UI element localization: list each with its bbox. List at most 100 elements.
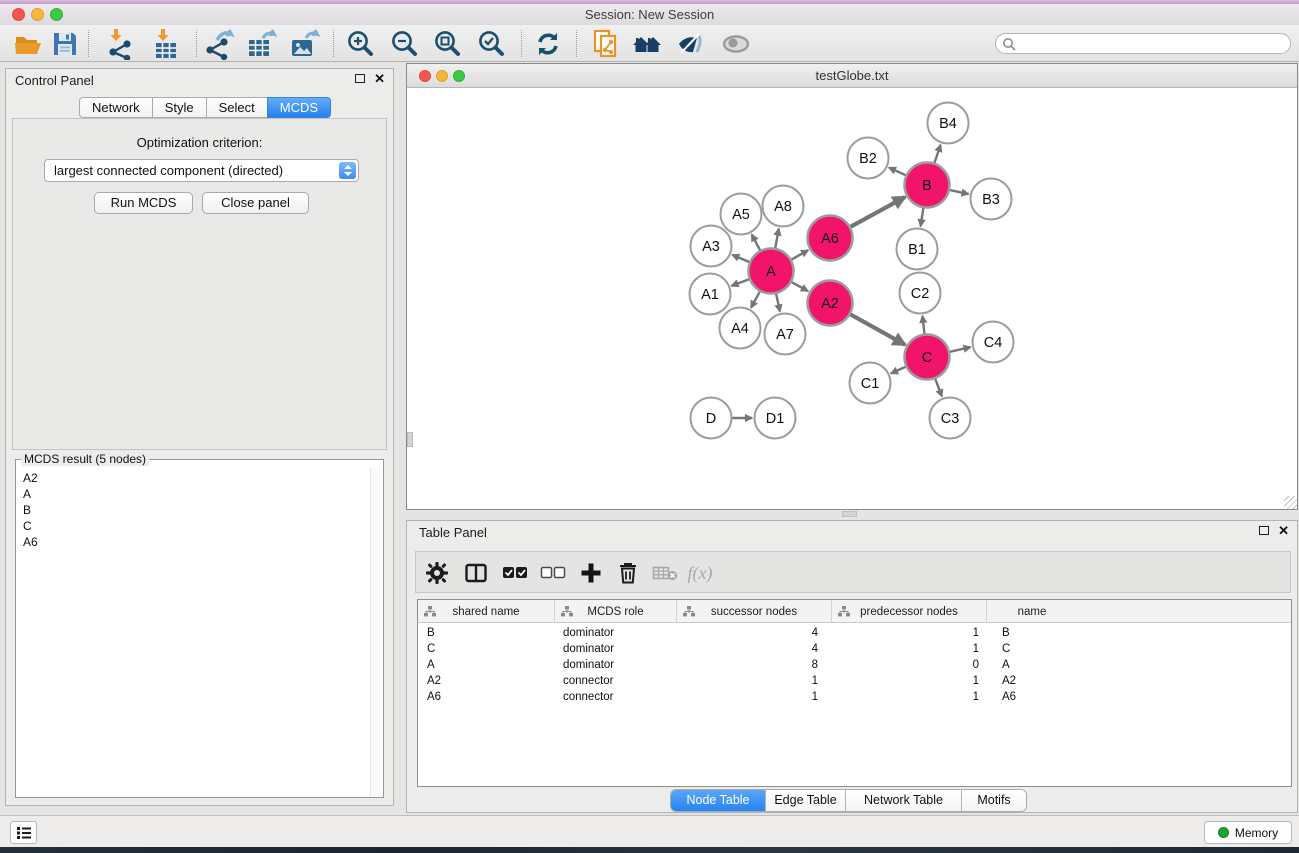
delete-column-button[interactable] <box>612 557 644 589</box>
deselect-all-button[interactable] <box>537 557 569 589</box>
cell-successor-nodes[interactable]: 4 <box>677 641 832 657</box>
graph-edge-A-A8[interactable] <box>775 229 779 248</box>
close-panel-button[interactable]: Close panel <box>202 192 309 214</box>
column-header-mcds-role[interactable]: MCDS role <box>555 600 677 623</box>
cell-name[interactable]: C <box>987 641 1077 657</box>
export-network-button[interactable] <box>202 28 236 60</box>
cell-mcds-role[interactable]: dominator <box>555 625 677 641</box>
cell-predecessor-nodes[interactable]: 1 <box>832 641 987 657</box>
save-session-button[interactable] <box>48 28 82 60</box>
mcds-result-item[interactable]: C <box>18 518 369 534</box>
cell-name[interactable]: A <box>987 657 1077 673</box>
close-panel-icon[interactable]: ✕ <box>374 72 385 85</box>
cell-name[interactable]: B <box>987 625 1077 641</box>
mcds-result-item[interactable]: A <box>18 486 369 502</box>
create-column-button[interactable] <box>575 557 607 589</box>
cell-predecessor-nodes[interactable]: 0 <box>832 657 987 673</box>
tab-select[interactable]: Select <box>206 97 267 118</box>
cell-shared-name[interactable]: A6 <box>418 689 555 705</box>
column-header-name[interactable]: name <box>987 600 1077 623</box>
graph-edge-A2-C[interactable] <box>851 314 906 344</box>
graph-edge-A-A2[interactable] <box>792 282 808 291</box>
open-file-button[interactable] <box>11 28 45 60</box>
tab-edge-table[interactable]: Edge Table <box>766 790 846 811</box>
splitpane-grip-left[interactable] <box>407 432 413 447</box>
tab-motifs[interactable]: Motifs <box>962 790 1026 811</box>
cell-successor-nodes[interactable]: 4 <box>677 625 832 641</box>
delete-table-button[interactable] <box>649 557 681 589</box>
cell-shared-name[interactable]: A <box>418 657 555 673</box>
search-input[interactable] <box>1020 35 1284 52</box>
cell-predecessor-nodes[interactable]: 1 <box>832 625 987 641</box>
zoom-out-button[interactable] <box>388 28 422 60</box>
home-view-button[interactable] <box>630 28 664 60</box>
graph-edge-A-A7[interactable] <box>776 294 780 312</box>
tab-node-table[interactable]: Node Table <box>671 790 766 811</box>
column-header-predecessor-nodes[interactable]: predecessor nodes <box>832 600 987 623</box>
graph-edge-A-A3[interactable] <box>732 255 749 262</box>
cell-name[interactable]: A6 <box>987 689 1077 705</box>
cell-shared-name[interactable]: C <box>418 641 555 657</box>
graph-edge-B-B3[interactable] <box>950 190 969 194</box>
tab-network-table[interactable]: Network Table <box>846 790 962 811</box>
clone-network-button[interactable] <box>589 28 623 60</box>
refresh-button[interactable] <box>531 28 565 60</box>
cell-mcds-role[interactable]: dominator <box>555 657 677 673</box>
graph-edge-A-A4[interactable] <box>751 292 760 308</box>
optimization-criterion-select[interactable]: largest connected component (directed) <box>44 159 359 182</box>
tab-network[interactable]: Network <box>79 97 152 118</box>
cell-shared-name[interactable]: A2 <box>418 673 555 689</box>
column-header-shared-name[interactable]: shared name <box>418 600 555 623</box>
mcds-result-item[interactable]: B <box>18 502 369 518</box>
graph-edge-C-C3[interactable] <box>935 379 942 396</box>
column-header-successor-nodes[interactable]: successor nodes <box>677 600 832 623</box>
zoom-in-button[interactable] <box>344 28 378 60</box>
mcds-scrollbar[interactable] <box>370 468 382 796</box>
column-view-button[interactable] <box>460 557 492 589</box>
cell-mcds-role[interactable]: connector <box>555 673 677 689</box>
float-panel-icon[interactable] <box>355 74 365 83</box>
import-table-button[interactable] <box>149 28 183 60</box>
select-all-button[interactable] <box>499 557 531 589</box>
graph-edge-A-A6[interactable] <box>792 250 809 259</box>
hide-graphics-details-button[interactable] <box>673 28 707 60</box>
close-panel-icon[interactable]: ✕ <box>1278 524 1289 537</box>
import-network-button[interactable] <box>104 28 138 60</box>
graph-edge-C-C2[interactable] <box>923 316 925 334</box>
table-row[interactable]: A2 connector 1 1 A2 <box>418 673 1291 689</box>
cell-mcds-role[interactable]: connector <box>555 689 677 705</box>
cell-name[interactable]: A2 <box>987 673 1077 689</box>
cell-predecessor-nodes[interactable]: 1 <box>832 673 987 689</box>
cell-predecessor-nodes[interactable]: 1 <box>832 689 987 705</box>
show-task-history-button[interactable] <box>10 821 37 844</box>
zoom-fit-button[interactable] <box>431 28 465 60</box>
graph-edge-A6-B[interactable] <box>851 197 905 227</box>
window-resize-grip[interactable] <box>1284 496 1297 509</box>
network-window-titlebar[interactable]: testGlobe.txt <box>407 64 1297 88</box>
graph-edge-B-B1[interactable] <box>921 208 924 226</box>
graph-edge-C-C4[interactable] <box>950 347 971 352</box>
network-canvas[interactable]: B4B2BB3A5A8A6B1A3AA1C2A4A7A2C4CC1C3DD1 <box>407 88 1297 509</box>
splitpane-grip-bottom[interactable] <box>842 511 857 517</box>
main-titlebar[interactable]: Session: New Session <box>0 4 1299 25</box>
cell-successor-nodes[interactable]: 8 <box>677 657 832 673</box>
export-table-button[interactable] <box>244 28 278 60</box>
cell-mcds-role[interactable]: dominator <box>555 641 677 657</box>
float-panel-icon[interactable] <box>1259 526 1269 535</box>
graph-edge-A-A1[interactable] <box>732 279 749 286</box>
cell-shared-name[interactable]: B <box>418 625 555 641</box>
export-image-button[interactable] <box>287 28 321 60</box>
graph-edge-B-B4[interactable] <box>935 145 941 163</box>
memory-status-button[interactable]: Memory <box>1204 821 1292 844</box>
graph-edge-B-B2[interactable] <box>889 168 906 176</box>
table-row[interactable]: A6 connector 1 1 A6 <box>418 689 1291 705</box>
mcds-result-item[interactable]: A6 <box>18 534 369 550</box>
table-row[interactable]: B dominator 4 1 B <box>418 625 1291 641</box>
table-row[interactable]: A dominator 8 0 A <box>418 657 1291 673</box>
graph-edge-C-C1[interactable] <box>891 367 906 374</box>
cell-successor-nodes[interactable]: 1 <box>677 673 832 689</box>
cell-successor-nodes[interactable]: 1 <box>677 689 832 705</box>
table-row[interactable]: C dominator 4 1 C <box>418 641 1291 657</box>
tab-mcds[interactable]: MCDS <box>267 97 331 118</box>
table-options-button[interactable] <box>421 557 453 589</box>
